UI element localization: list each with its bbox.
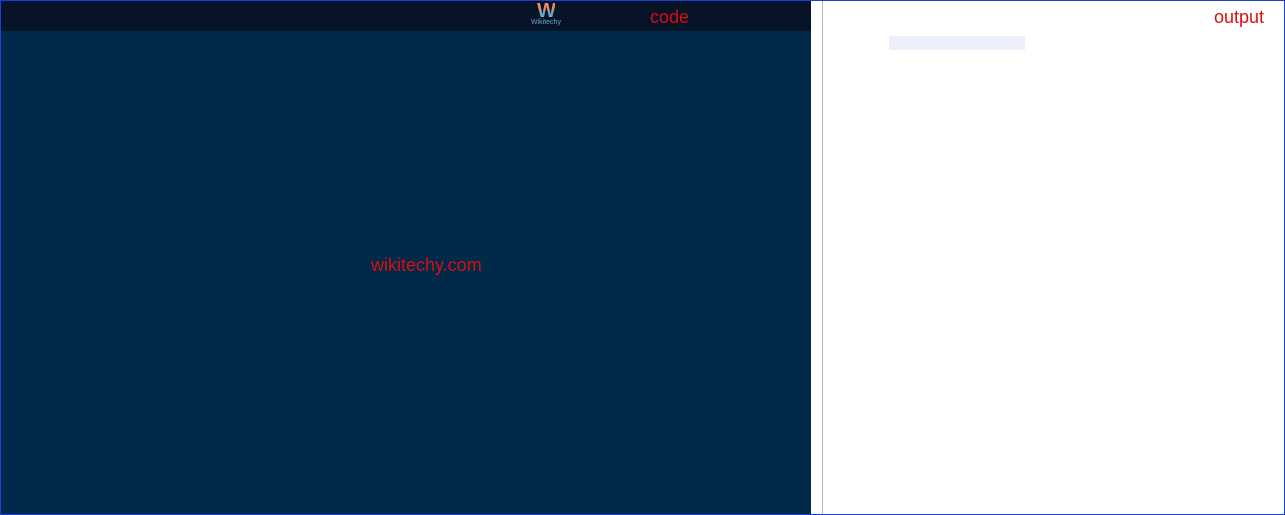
code-editor-area[interactable]: wikitechy.com	[1, 31, 811, 514]
pane-divider[interactable]	[811, 1, 822, 514]
split-container: W Wikitechy code wikitechy.com output	[0, 0, 1285, 515]
code-header: W Wikitechy code	[1, 1, 811, 31]
wikitechy-logo: W Wikitechy	[531, 1, 561, 26]
watermark-text: wikitechy.com	[371, 255, 482, 276]
output-panel-label: output	[1214, 7, 1264, 28]
output-highlight-bar	[889, 36, 1025, 50]
code-pane[interactable]: W Wikitechy code wikitechy.com	[1, 1, 811, 514]
code-panel-label: code	[650, 7, 689, 28]
output-pane: output	[822, 1, 1284, 514]
logo-mark-icon: W	[537, 1, 555, 21]
logo-subtext: Wikitechy	[531, 19, 561, 26]
